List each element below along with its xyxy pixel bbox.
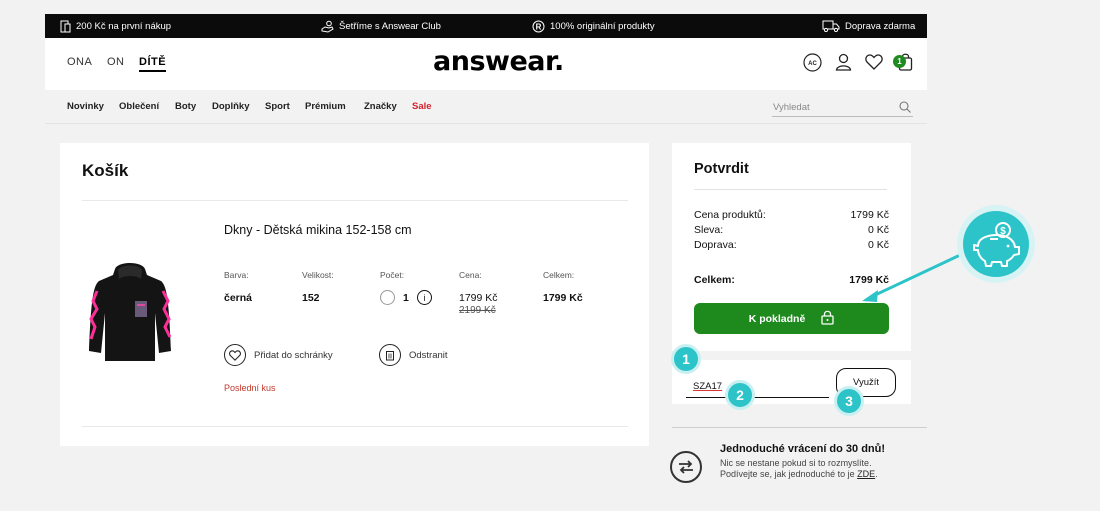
piggy-bank-icon: $	[957, 205, 1035, 283]
step-marker-1: 1	[671, 344, 701, 374]
step-marker-3: 3	[834, 386, 864, 416]
piggy-bank-badge: $	[963, 211, 1029, 277]
annotation-arrow	[862, 254, 960, 302]
step-marker-2: 2	[725, 380, 755, 410]
